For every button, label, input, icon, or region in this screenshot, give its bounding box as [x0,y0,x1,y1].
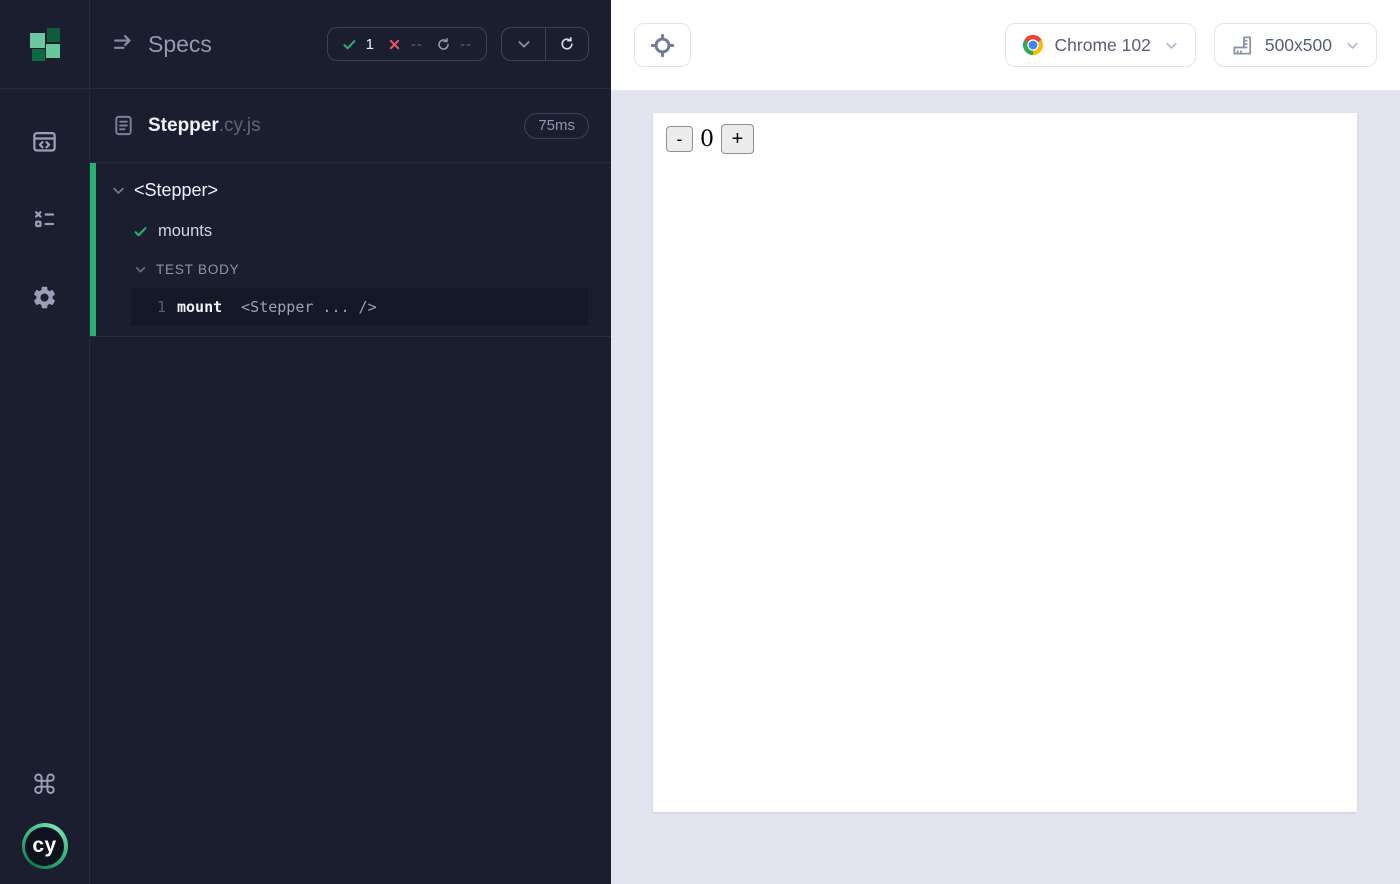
specs-list-icon [112,32,137,57]
stepper-increment-button[interactable]: + [721,124,754,154]
spec-file-extension: .cy.js [219,115,261,137]
passed-check-icon [342,37,357,52]
spec-file-name: Stepper [148,115,219,137]
suite-title: <Stepper> [134,180,218,201]
command-method: mount [177,298,222,316]
stage-header: Chrome 102 500x500 [611,0,1400,90]
sidebar: ⌘ cy [0,0,90,884]
specs-browser-icon[interactable] [31,128,58,155]
collapse-all-button[interactable] [502,28,545,60]
command-log-row[interactable]: 1 mount <Stepper ... /> [131,288,588,326]
command-line-number: 1 [131,298,177,316]
chevron-down-icon [134,263,147,276]
browser-label: Chrome 102 [1055,35,1151,56]
cy-logo-text: cy [32,834,56,858]
command-args: <Stepper ... /> [241,298,376,316]
active-spec-section: <Stepper> mounts TEST BODY 1 mount <Step… [90,163,611,337]
failed-count: -- [411,36,423,53]
settings-gear-icon[interactable] [31,284,58,311]
specs-panel-title: Specs [148,31,212,58]
browser-dropdown[interactable]: Chrome 102 [1005,23,1196,67]
sidebar-nav [31,128,58,311]
chevron-down-icon [1164,38,1179,53]
test-title: mounts [158,222,212,241]
ruler-icon [1231,34,1254,57]
chrome-icon [1022,34,1044,56]
stage-area: - 0 + [611,90,1400,884]
test-body-row[interactable]: TEST BODY [90,251,611,287]
stepper-value: 0 [700,127,714,152]
specs-header: Specs 1 -- -- [90,0,611,89]
viewport-size-label: 500x500 [1265,35,1332,56]
test-row[interactable]: mounts [90,211,611,251]
cypress-cy-logo[interactable]: cy [22,823,68,869]
failed-x-icon [387,37,402,52]
spec-file-row[interactable]: Stepper .cy.js 75ms [90,89,611,163]
cypress-grid-logo-icon [28,28,61,61]
test-stats: 1 -- -- [327,27,487,61]
pending-restart-icon [436,37,451,52]
spec-file-icon [112,114,135,137]
stage: Chrome 102 500x500 [611,0,1400,884]
aut-viewport: - 0 + [653,113,1357,812]
rerun-tests-button[interactable] [545,28,588,60]
passed-count: 1 [366,36,374,53]
crosshair-icon [650,33,675,58]
test-passed-check-icon [133,224,148,239]
test-body-label: TEST BODY [156,262,239,277]
runs-list-icon[interactable] [31,206,58,233]
selector-playground-button[interactable] [634,23,691,67]
spec-duration-badge: 75ms [524,113,589,139]
reporter-header-buttons [501,27,589,61]
keyboard-shortcuts-icon[interactable]: ⌘ [31,772,58,799]
cypress-logo-button[interactable] [0,0,89,89]
viewport-size-dropdown[interactable]: 500x500 [1214,23,1377,67]
specs-panel: Specs 1 -- -- [90,0,611,884]
chevron-down-icon [1345,38,1360,53]
chevron-down-icon [111,183,126,198]
stepper-decrement-button[interactable]: - [666,126,693,152]
suite-row[interactable]: <Stepper> [90,170,611,211]
cypress-app: ⌘ cy Specs 1 [0,0,1400,884]
stepper-component: - 0 + [666,124,754,154]
pending-count: -- [460,36,472,53]
